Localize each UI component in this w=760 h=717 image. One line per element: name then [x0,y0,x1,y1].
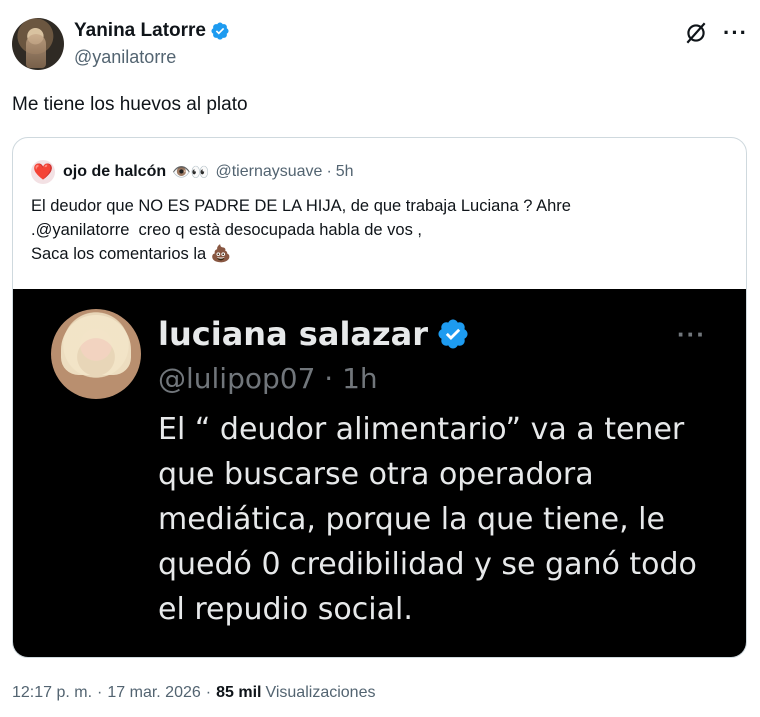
quoted-text-line: Saca los comentarios la 💩 [31,245,232,263]
screenshot-text-line: quedó 0 credibilidad y se ganó todo [158,547,697,582]
screenshot-author-avatar [51,309,141,399]
views-count[interactable]: 85 mil [216,684,261,702]
screenshot-time: 1h [342,362,378,395]
grok-icon[interactable] [683,20,709,46]
quoted-author-handle[interactable]: @tiernaysuave [215,163,322,181]
quoted-tweet-text: El deudor que NO ES PADRE DE LA HIJA, de… [31,194,731,266]
more-options-icon[interactable]: ··· [723,22,748,44]
quoted-text-line: El deudor que NO ES PADRE DE LA HIJA, de… [31,197,571,215]
author-name[interactable]: Yanina Latorre [74,20,206,42]
screenshot-author-handle-row: @lulipop07 · 1h [158,362,378,395]
views-label[interactable]: Visualizaciones [265,684,375,702]
tweet-date[interactable]: 17 mar. 2026 [107,684,200,702]
quoted-author-name[interactable]: ojo de halcón [63,163,166,181]
screenshot-author-name-row: luciana salazar [158,315,470,353]
quoted-text-line: .@yanilatorre creo q està desocupada hab… [31,221,422,239]
more-options-icon: ··· [677,319,706,349]
screenshot-text-line: el repudio social. [158,592,413,627]
quoted-tweet-header: ❤️ ojo de halcón 👁️👀 @tiernaysuave · 5h [31,160,354,184]
tweet-header: Yanina Latorre @yanilatorre ··· [12,16,748,72]
separator-dot: · [326,163,332,180]
author-name-row[interactable]: Yanina Latorre [74,20,230,42]
author-avatar[interactable] [12,18,64,70]
screenshot-author-name: luciana salazar [158,315,428,353]
verified-badge-icon [438,319,468,349]
verified-badge-icon [211,22,229,40]
author-handle[interactable]: @yanilatorre [74,47,176,68]
quoted-tweet-time[interactable]: 5h [336,163,354,181]
quoted-author-avatar[interactable]: ❤️ [31,160,55,184]
screenshot-tweet-text: El “ deudor alimentario” va a tener que … [158,407,718,632]
tweet-time[interactable]: 12:17 p. m. [12,684,92,702]
separator-dot: · [97,684,103,701]
tweet-metadata: 12:17 p. m. · 17 mar. 2026 · 85 mil Visu… [12,684,375,702]
screenshot-text-line: que buscarse otra operadora [158,457,594,492]
separator-dot: · [205,684,212,701]
attached-screenshot-image[interactable]: luciana salazar @lulipop07 · 1h ··· El “… [13,289,746,657]
screenshot-author-handle: @lulipop07 [158,362,316,395]
tweet-text: Me tiene los huevos al plato [12,94,248,115]
quoted-tweet[interactable]: ❤️ ojo de halcón 👁️👀 @tiernaysuave · 5h … [12,137,747,658]
screenshot-text-line: El “ deudor alimentario” va a tener [158,412,685,447]
tweet-actions: ··· [683,20,748,46]
screenshot-text-line: mediática, porque la que tiene, le [158,502,665,537]
quoted-author-name-emoji: 👁️👀 [172,164,210,181]
separator-dot: · [324,362,334,395]
